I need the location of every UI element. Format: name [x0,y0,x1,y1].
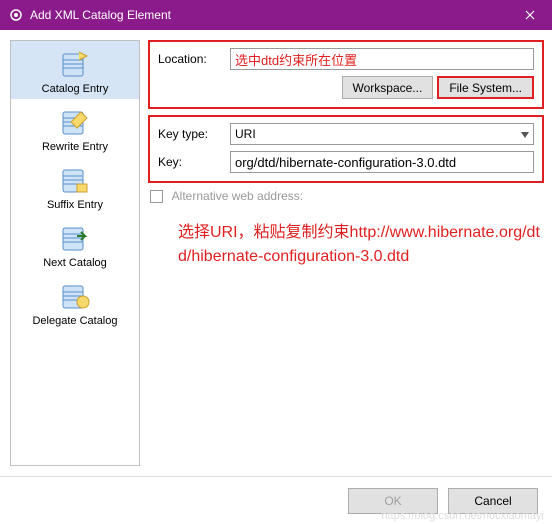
rewrite-entry-icon [57,105,93,139]
dialog-body: Catalog Entry Rewrite Entry Suffix Entry… [0,30,552,476]
keytype-label: Key type: [158,127,230,141]
sidebar-item-label: Delegate Catalog [32,315,117,327]
alt-address-row: Alternative web address: [148,189,544,203]
alt-address-checkbox[interactable] [150,190,163,203]
key-label: Key: [158,155,230,169]
chevron-down-icon [521,127,529,141]
form-area: Location: Workspace... File System... Ke… [148,40,544,466]
suffix-entry-icon [57,163,93,197]
file-system-button[interactable]: File System... [437,76,534,99]
workspace-button[interactable]: Workspace... [342,76,434,99]
key-input[interactable] [230,151,534,173]
keytype-value: URI [235,127,256,141]
sidebar-item-label: Suffix Entry [47,199,103,211]
close-button[interactable] [507,0,552,30]
sidebar-item-delegate-catalog[interactable]: Delegate Catalog [11,273,139,331]
catalog-entry-icon [57,47,93,81]
footer: OK Cancel [0,476,552,524]
keytype-select[interactable]: URI [230,123,534,145]
sidebar-item-suffix-entry[interactable]: Suffix Entry [11,157,139,215]
delegate-catalog-icon [57,279,93,313]
app-icon [8,7,24,23]
sidebar-item-label: Catalog Entry [42,83,109,95]
alt-address-label: Alternative web address: [172,189,303,203]
annotation-text: 选择URI，粘贴复制约束http://www.hibernate.org/dtd… [148,221,544,267]
titlebar: Add XML Catalog Element [0,0,552,30]
window-title: Add XML Catalog Element [30,8,507,22]
location-group: Location: Workspace... File System... [148,40,544,109]
sidebar-item-label: Next Catalog [43,257,107,269]
sidebar-item-catalog-entry[interactable]: Catalog Entry [11,41,139,99]
cancel-button[interactable]: Cancel [448,488,538,514]
location-label: Location: [158,52,230,66]
next-catalog-icon [57,221,93,255]
location-input[interactable] [230,48,534,70]
sidebar: Catalog Entry Rewrite Entry Suffix Entry… [10,40,140,466]
sidebar-item-label: Rewrite Entry [42,141,108,153]
key-group: Key type: URI Key: [148,115,544,183]
sidebar-item-next-catalog[interactable]: Next Catalog [11,215,139,273]
sidebar-item-rewrite-entry[interactable]: Rewrite Entry [11,99,139,157]
ok-button[interactable]: OK [348,488,438,514]
